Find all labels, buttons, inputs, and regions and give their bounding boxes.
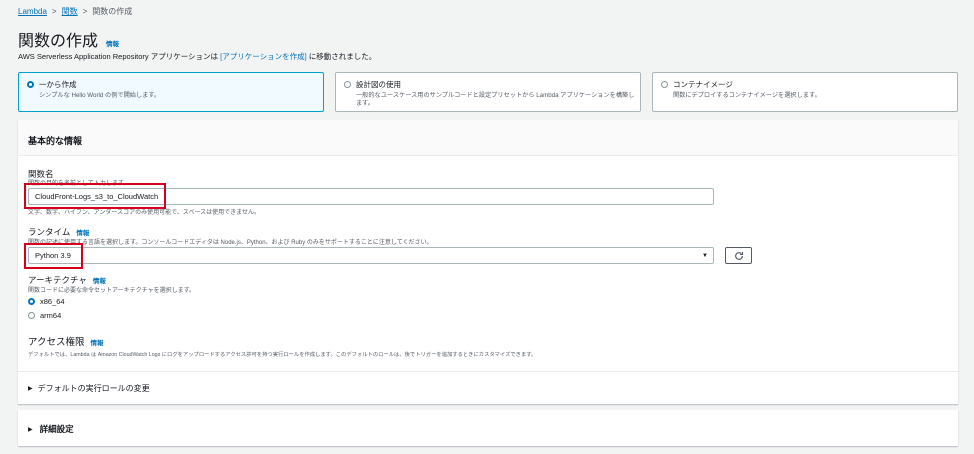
default-role-expander[interactable]: ▶ デフォルトの実行ロールの変更 <box>28 383 150 394</box>
architecture-info-link[interactable]: 情報 <box>93 275 106 285</box>
permissions-label-text: アクセス権限 <box>28 337 85 348</box>
option-container-image[interactable]: コンテナイメージ 関数にデプロイするコンテナイメージを選択します。 <box>652 72 958 112</box>
page-header: 関数の作成 情報 <box>18 27 119 51</box>
advanced-settings-heading: 詳細設定 <box>39 424 74 434</box>
option-title: コンテナイメージ <box>673 80 733 89</box>
architecture-option-x86[interactable]: x86_64 <box>28 297 65 306</box>
page-info-link[interactable]: 情報 <box>106 38 119 48</box>
option-desc: 関数にデプロイするコンテナイメージを選択します。 <box>673 92 821 99</box>
permissions-info-link[interactable]: 情報 <box>91 337 104 347</box>
advanced-settings-panel[interactable]: ▶ 詳細設定 <box>18 410 958 446</box>
caret-right-icon: ▶ <box>28 426 33 433</box>
option-desc: シンプルな Hello World の例で開始します。 <box>39 92 161 99</box>
architecture-option-label: arm64 <box>40 311 62 320</box>
create-application-link[interactable]: [アプリケーションを作成] <box>220 52 307 61</box>
basic-info-heading: 基本的な情報 <box>18 120 958 156</box>
breadcrumb: Lambda > 関数 > 関数の作成 <box>18 6 132 17</box>
chevron-down-icon: ▼ <box>702 253 708 259</box>
radio-unselected-icon[interactable] <box>661 81 668 88</box>
option-use-blueprint[interactable]: 設計図の使用 一般的なユースケース用のサンプルコードと設定プリセットから Lam… <box>335 72 641 112</box>
notice-suffix: に移動されました。 <box>306 52 377 61</box>
function-name-desc: 関数の目的を名前として入力します。 <box>28 181 130 187</box>
option-desc: 一般的なユースケース用のサンプルコードと設定プリセットから Lambda アプリ… <box>356 92 635 107</box>
refresh-runtime-button[interactable] <box>725 247 752 264</box>
repository-notice: AWS Serverless Application Repository アプ… <box>18 51 376 62</box>
breadcrumb-lambda-link[interactable]: Lambda <box>18 7 47 16</box>
advanced-settings-expander[interactable]: ▶ 詳細設定 <box>28 423 74 435</box>
option-title: 設計図の使用 <box>356 80 401 89</box>
option-title: 一から作成 <box>39 80 77 89</box>
breadcrumb-separator: > <box>82 7 88 16</box>
runtime-desc: 関数の記述に使用する言語を選択します。コンソールコードエディタは Node.js… <box>28 240 433 246</box>
architecture-option-label: x86_64 <box>40 297 65 306</box>
radio-selected-icon[interactable] <box>27 81 34 88</box>
runtime-selected-value: Python 3.9 <box>35 251 71 260</box>
option-author-from-scratch[interactable]: 一から作成 シンプルな Hello World の例で開始します。 <box>18 72 324 112</box>
permissions-desc: デフォルトでは、Lambda は Amazon CloudWatch Logs … <box>28 352 537 358</box>
breadcrumb-separator: > <box>51 7 57 16</box>
radio-unselected-icon[interactable] <box>344 81 351 88</box>
function-name-input[interactable] <box>28 188 714 205</box>
runtime-select[interactable]: Python 3.9 ▼ <box>28 247 714 264</box>
refresh-icon <box>734 251 743 260</box>
notice-prefix: AWS Serverless Application Repository アプ… <box>18 52 221 61</box>
architecture-desc: 関数コードに必要な命令セットアーキテクチャを選択します。 <box>28 288 195 294</box>
radio-unselected-icon[interactable] <box>28 312 35 319</box>
default-role-label: デフォルトの実行ロールの変更 <box>37 384 150 393</box>
caret-right-icon: ▶ <box>28 386 33 392</box>
breadcrumb-current: 関数の作成 <box>92 7 133 16</box>
function-name-hint: 文字、数字、ハイフン、アンダースコアのみ使用可能で、スペースは使用できません。 <box>28 210 260 216</box>
basic-info-panel: 基本的な情報 関数名 関数の目的を名前として入力します。 文字、数字、ハイフン、… <box>18 120 958 404</box>
runtime-info-link[interactable]: 情報 <box>76 227 89 237</box>
architecture-option-arm64[interactable]: arm64 <box>28 311 61 320</box>
breadcrumb-functions-link[interactable]: 関数 <box>62 6 78 17</box>
page-title: 関数の作成 <box>18 33 99 50</box>
divider <box>18 371 958 372</box>
radio-selected-icon[interactable] <box>28 298 35 305</box>
permissions-label: アクセス権限 情報 <box>28 334 104 348</box>
